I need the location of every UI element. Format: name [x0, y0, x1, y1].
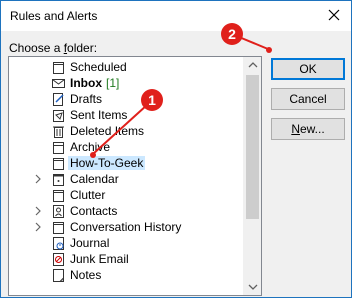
folder-label: Conversation History: [70, 220, 181, 234]
folder-label: Contacts: [70, 204, 117, 218]
folder-name: Sent Items: [70, 108, 128, 122]
folder-name: Conversation History: [70, 220, 182, 234]
folder-name: How-To-Geek: [70, 156, 144, 170]
folder-item-junk-email[interactable]: Junk Email: [9, 251, 243, 267]
scroll-down-arrow-icon[interactable]: [244, 278, 262, 295]
folder-name: Inbox: [70, 76, 102, 90]
sent-items-icon: [53, 110, 64, 122]
folder-icon: [53, 190, 64, 202]
folder-item-inbox[interactable]: Inbox [1]: [9, 75, 243, 91]
folder-item-deleted-items[interactable]: Deleted Items: [9, 123, 243, 139]
folder-label: Journal: [70, 236, 109, 250]
folder-name: Deleted Items: [70, 124, 145, 138]
contacts-icon: [53, 205, 64, 218]
notes-icon: [53, 269, 64, 282]
folder-item-sent-items[interactable]: Sent Items: [9, 107, 243, 123]
drafts-icon: [53, 93, 64, 106]
folder-label: Calendar: [70, 172, 119, 186]
folder-label: Inbox [1]: [70, 76, 119, 90]
folder-item-conversation-history[interactable]: Conversation History: [9, 219, 243, 235]
close-icon[interactable]: [325, 6, 343, 24]
chevron-right-icon[interactable]: [34, 206, 42, 216]
folder-name: Archive: [70, 140, 111, 154]
folder-label: Scheduled: [70, 60, 127, 74]
folder-rows: Scheduled Inbox [1] Drafts Sent Items Deleted…: [9, 57, 243, 295]
title-bar: Rules and Alerts: [1, 1, 351, 31]
folder-name: Notes: [70, 268, 102, 282]
folder-item-journal[interactable]: Journal: [9, 235, 243, 251]
chevron-right-icon[interactable]: [34, 174, 42, 184]
folder-label: Notes: [70, 268, 101, 282]
folder-label: Archive: [70, 140, 110, 154]
junk-email-icon: [53, 253, 64, 266]
folder-label: Deleted Items: [70, 124, 144, 138]
folder-item-how-to-geek[interactable]: How-To-Geek: [9, 155, 243, 171]
folder-icon: [53, 62, 64, 74]
folder-label: Junk Email: [70, 252, 129, 266]
callout-badge-1: 1: [141, 89, 163, 111]
folder-label: How-To-Geek: [68, 156, 146, 170]
archive-icon: [53, 142, 64, 154]
folder-label: Sent Items: [70, 108, 127, 122]
folder-item-clutter[interactable]: Clutter: [9, 187, 243, 203]
scroll-up-arrow-icon[interactable]: [244, 57, 262, 74]
journal-icon: [53, 237, 64, 250]
callout-badge-2: 2: [221, 23, 243, 45]
ok-button[interactable]: OK: [271, 58, 345, 80]
folder-item-drafts[interactable]: Drafts: [9, 91, 243, 107]
folder-label: Drafts: [70, 92, 102, 106]
folder-label: Clutter: [70, 188, 105, 202]
folder-name: Scheduled: [70, 60, 127, 74]
inbox-icon: [52, 79, 65, 88]
new-folder-button[interactable]: New...: [271, 118, 345, 140]
chevron-right-icon[interactable]: [34, 222, 42, 232]
rules-and-alerts-dialog: Rules and Alerts Choose a folder: Schedu…: [0, 0, 352, 298]
window-title: Rules and Alerts: [10, 9, 98, 23]
calendar-icon: [53, 174, 64, 186]
folder-list[interactable]: Scheduled Inbox [1] Drafts Sent Items Deleted…: [8, 56, 262, 296]
choose-folder-label: Choose a folder:: [9, 41, 98, 55]
vertical-scrollbar[interactable]: [243, 57, 261, 295]
folder-item-archive[interactable]: Archive: [9, 139, 243, 155]
folder-icon: [53, 222, 64, 234]
folder-name: Junk Email: [70, 252, 129, 266]
folder-name: Contacts: [70, 204, 118, 218]
folder-name: Journal: [70, 236, 110, 250]
folder-name: Clutter: [70, 188, 106, 202]
folder-name: Calendar: [70, 172, 119, 186]
folder-name: Drafts: [70, 92, 103, 106]
scroll-thumb[interactable]: [246, 75, 259, 219]
folder-item-calendar[interactable]: Calendar: [9, 171, 243, 187]
folder-item-notes[interactable]: Notes: [9, 267, 243, 283]
folder-item-contacts[interactable]: Contacts: [9, 203, 243, 219]
folder-item-scheduled[interactable]: Scheduled: [9, 59, 243, 75]
unread-count-badge: [1]: [106, 76, 120, 90]
deleted-items-icon: [53, 126, 64, 138]
cancel-button[interactable]: Cancel: [271, 88, 345, 110]
folder-icon: [53, 158, 64, 170]
